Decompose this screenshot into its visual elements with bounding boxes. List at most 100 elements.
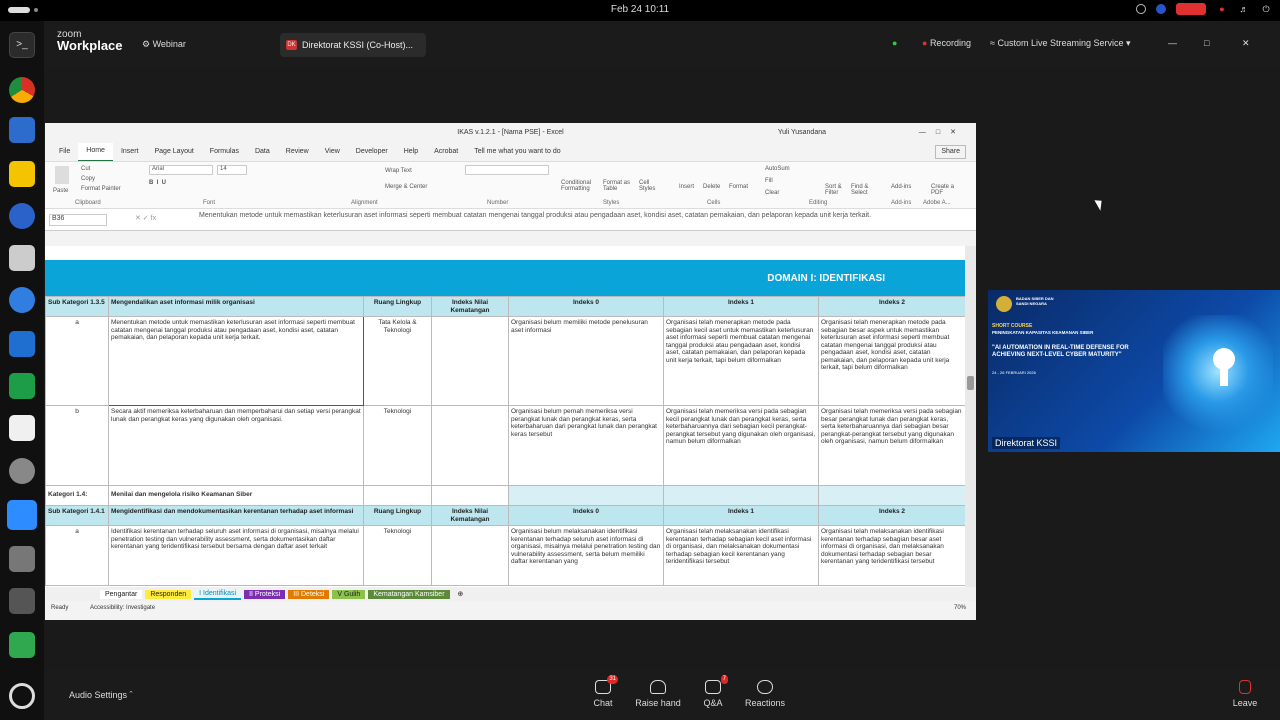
system-clock[interactable]: Feb 24 10:11 [0, 4, 1280, 15]
row-scope[interactable]: Teknologi [363, 405, 432, 486]
meeting-tab[interactable]: DK Direktorat KSSI (Co-Host)... [280, 33, 426, 57]
menu-page-layout[interactable]: Page Layout [146, 143, 201, 161]
font-size-select[interactable]: 14 [217, 165, 247, 175]
subcategory-title[interactable]: Mengidentifikasi dan mendokumentasikan k… [108, 505, 364, 526]
row-nilai-input[interactable] [431, 405, 509, 486]
autosum-button[interactable]: AutoSum [765, 166, 790, 172]
raise-hand-button[interactable]: Raise hand [628, 680, 688, 708]
webinar-label[interactable]: ⚙ Webinar [142, 39, 186, 50]
sheet-tab-proteksi[interactable]: II Proteksi [244, 589, 286, 599]
row-indeks-0[interactable]: Organisasi belum melaksanakan identifika… [508, 525, 664, 586]
streaming-indicator[interactable]: ≈ Custom Live Streaming Service ▾ [990, 38, 1131, 49]
create-pdf-button[interactable]: Create a PDF [931, 184, 955, 196]
chat-button[interactable]: 31 Chat [573, 675, 633, 708]
delete-cells-button[interactable]: Delete [703, 184, 720, 190]
sheet-tab-responden[interactable]: Responden [145, 589, 192, 599]
row-indeks-1[interactable]: Organisasi telah menerapkan metode pada … [663, 316, 819, 406]
row-code[interactable]: a [45, 525, 109, 586]
system-monitor-icon[interactable] [9, 117, 35, 143]
maximize-icon[interactable]: □ [1204, 38, 1209, 48]
row-indeks-2[interactable]: Organisasi telah menerapkan metode pada … [818, 316, 965, 406]
app-grid-icon[interactable] [9, 683, 35, 709]
document-writer-icon[interactable] [9, 331, 35, 357]
row-scope[interactable]: Tata Kelola & Teknologi [363, 316, 432, 406]
add-sheet-icon[interactable]: ⊕ [453, 589, 469, 599]
menu-view[interactable]: View [317, 143, 348, 161]
cell-styles-button[interactable]: Cell Styles [639, 180, 663, 192]
clear-button[interactable]: Clear [765, 190, 779, 196]
category-title[interactable]: Menilai dan mengelola risiko Keamanan Si… [108, 485, 364, 506]
col-indeks-2[interactable]: Indeks 2 [818, 505, 965, 526]
menu-help[interactable]: Help [396, 143, 426, 161]
chrome-icon[interactable] [9, 77, 35, 103]
sheet-tab-identifikasi[interactable]: I Identifikasi [194, 588, 242, 600]
col-indeks-nilai[interactable]: Indeks Nilai Kematangan [431, 296, 509, 317]
row-description-selected[interactable]: Menentukan metode untuk memastikan keter… [108, 316, 364, 406]
speaker-thumbnail[interactable]: BADAN SIBER DAN SANDI NEGARA SHORT COURS… [988, 290, 1280, 452]
subcategory-code[interactable]: Sub Kategori 1.4.1 [45, 505, 109, 526]
empty-cell[interactable] [431, 485, 509, 506]
row-description[interactable]: Secara aktif memeriksa keterbaharuan dan… [108, 405, 364, 486]
software-icon[interactable] [9, 546, 35, 572]
minimize-icon[interactable]: — [1168, 38, 1177, 48]
thunderbird-icon[interactable] [9, 287, 35, 313]
col-indeks-2[interactable]: Indeks 2 [818, 296, 965, 317]
row-indeks-1[interactable]: Organisasi telah melaksanakan identifika… [663, 525, 819, 586]
find-select-button[interactable]: Find & Select [851, 184, 877, 196]
tell-me-search[interactable]: Tell me what you want to do [466, 143, 568, 161]
formula-input[interactable]: Menentukan metode untuk memastikan keter… [199, 211, 949, 229]
menu-developer[interactable]: Developer [348, 143, 396, 161]
name-box[interactable]: B36 [49, 214, 107, 226]
terminal-icon[interactable]: >_ [9, 32, 35, 58]
volume-icon[interactable]: ♬ [1238, 3, 1250, 15]
window-controls-icon[interactable]: —□✕ [919, 123, 966, 143]
cut-button[interactable]: Cut [81, 166, 90, 172]
row-indeks-0[interactable]: Organisasi belum pernah memeriksa versi … [508, 405, 664, 486]
close-icon[interactable]: ✕ [1242, 38, 1250, 49]
sheet-tab-kematangan[interactable]: Kematangan Kamsiber [368, 589, 450, 599]
menu-data[interactable]: Data [247, 143, 278, 161]
reactions-button[interactable]: Reactions [735, 680, 795, 708]
menu-formulas[interactable]: Formulas [202, 143, 247, 161]
bluetooth-icon[interactable] [1156, 4, 1166, 14]
col-ruang-lingkup[interactable]: Ruang Lingkup [363, 505, 432, 526]
copy-button[interactable]: Copy [81, 176, 95, 182]
col-ruang-lingkup[interactable]: Ruang Lingkup [363, 296, 432, 317]
row-indeks-2[interactable]: Organisasi telah melaksanakan identifika… [818, 525, 965, 586]
row-indeks-0[interactable]: Organisasi belum memiliki metode penelus… [508, 316, 664, 406]
sort-filter-button[interactable]: Sort & Filter [825, 184, 851, 196]
insert-cells-button[interactable]: Insert [679, 184, 694, 190]
menu-insert[interactable]: Insert [113, 143, 147, 161]
power-icon[interactable]: ⏻ [1260, 3, 1272, 15]
conditional-formatting-button[interactable]: Conditional Formatting [561, 180, 599, 192]
row-code[interactable]: b [45, 405, 109, 486]
audio-settings-button[interactable]: Audio Settings ˆ [69, 690, 133, 700]
files-icon[interactable] [9, 245, 35, 271]
bold-italic-underline[interactable]: B I U [149, 180, 166, 186]
paste-label[interactable]: Paste [53, 188, 68, 194]
scroll-thumb[interactable] [967, 376, 974, 390]
screen-share-icon[interactable] [1176, 3, 1206, 15]
format-as-table-button[interactable]: Format as Table [603, 180, 633, 192]
text-editor-icon[interactable] [9, 161, 35, 187]
col-indeks-0[interactable]: Indeks 0 [508, 296, 664, 317]
empty-cell[interactable] [818, 485, 965, 506]
subcategory-title[interactable]: Mengendalikan aset informasi milik organ… [108, 296, 364, 317]
row-scope[interactable]: Teknologi [363, 525, 432, 586]
empty-cell[interactable] [508, 485, 664, 506]
merge-center-button[interactable]: Merge & Center [385, 184, 427, 190]
addins-button[interactable]: Add-ins [891, 184, 911, 190]
vertical-scrollbar[interactable] [965, 246, 976, 593]
font-family-select[interactable]: Arial [149, 165, 213, 175]
leave-button[interactable]: Leave [1215, 680, 1275, 708]
col-indeks-0[interactable]: Indeks 0 [508, 505, 664, 526]
category-code[interactable]: Kategori 1.4: [45, 485, 109, 506]
row-indeks-2[interactable]: Organisasi telah memeriksa versi pada se… [818, 405, 965, 486]
col-indeks-1[interactable]: Indeks 1 [663, 505, 819, 526]
notes-icon[interactable] [9, 415, 35, 441]
settings-icon[interactable] [9, 458, 35, 484]
browser-icon[interactable] [9, 203, 35, 229]
usb-drive-icon[interactable] [9, 588, 35, 614]
menu-home[interactable]: Home [78, 142, 113, 162]
row-description[interactable]: Identifikasi kerentanan terhadap seluruh… [108, 525, 364, 586]
